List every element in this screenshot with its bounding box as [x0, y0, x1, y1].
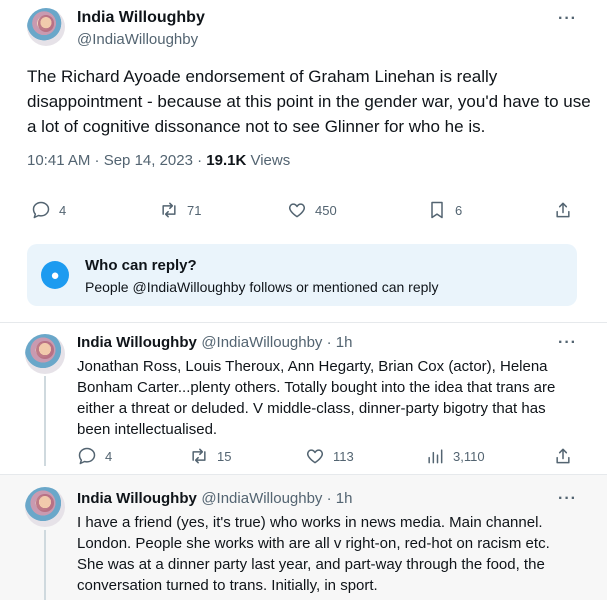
reply-icon	[78, 447, 96, 465]
more-options-icon[interactable]: ···	[558, 10, 577, 28]
repost-button[interactable]: 71	[159, 200, 201, 220]
author-name[interactable]: India Willoughby	[77, 9, 205, 27]
divider	[0, 322, 607, 323]
reply-author-handle[interactable]: @IndiaWilloughby · 1h	[201, 490, 352, 507]
reply-header: India Willoughby @IndiaWilloughby · 1h	[77, 490, 352, 508]
heart-icon	[306, 449, 324, 464]
bookmark-icon	[431, 201, 443, 219]
like-count: 450	[315, 202, 337, 218]
repost-icon	[162, 202, 176, 218]
like-button[interactable]: 113	[305, 446, 354, 466]
user-mention-icon: ●	[41, 261, 69, 289]
reply-button[interactable]: 4	[31, 200, 66, 220]
who-can-reply-box: ● Who can reply? People @IndiaWilloughby…	[27, 244, 577, 306]
reply-header: India Willoughby @IndiaWilloughby · 1h	[77, 334, 352, 352]
thread-line	[44, 530, 46, 600]
reply-text: I have a friend (yes, it's true) who wor…	[77, 514, 550, 594]
share-button[interactable]	[553, 200, 573, 220]
bookmark-button[interactable]: 6	[427, 200, 462, 220]
tweet-meta: 10:41 AM · Sep 14, 2023 · 19.1K Views	[27, 152, 290, 169]
more-options-icon[interactable]: ···	[558, 490, 577, 508]
share-icon	[556, 202, 570, 218]
reply-author-name[interactable]: India Willoughby	[77, 334, 197, 351]
share-icon	[556, 448, 570, 464]
repost-count: 71	[187, 202, 202, 218]
who-can-reply-subtitle: People @IndiaWilloughby follows or menti…	[85, 279, 439, 295]
reply-author-name[interactable]: India Willoughby	[77, 490, 197, 507]
avatar[interactable]	[27, 8, 65, 46]
repost-count: 15	[217, 448, 232, 464]
bookmark-count: 6	[455, 202, 463, 218]
more-options-icon[interactable]: ···	[558, 334, 577, 352]
views-label: Views	[246, 152, 291, 169]
repost-icon	[192, 448, 206, 464]
divider	[0, 474, 607, 475]
views-button[interactable]: 3,110	[425, 446, 485, 466]
tweet-text: The Richard Ayoade endorsement of Graham…	[27, 67, 591, 136]
analytics-icon	[428, 449, 443, 464]
reply-icon	[32, 201, 50, 219]
views-count: 19.1K	[206, 152, 247, 169]
reply-text: Jonathan Ross, Louis Theroux, Ann Hegart…	[77, 358, 556, 438]
reply-button[interactable]: 4	[77, 446, 112, 466]
reply-count: 4	[105, 448, 113, 464]
repost-button[interactable]: 15	[189, 446, 231, 466]
thread-line	[44, 376, 46, 466]
like-count: 113	[333, 448, 354, 464]
who-can-reply-title: Who can reply?	[85, 257, 197, 274]
views-count: 3,110	[453, 448, 485, 464]
heart-icon	[288, 203, 306, 218]
avatar[interactable]	[25, 334, 65, 374]
author-handle[interactable]: @IndiaWilloughby	[77, 31, 198, 48]
tweet-timestamp[interactable]: 10:41 AM · Sep 14, 2023 ·	[27, 152, 206, 169]
like-button[interactable]: 450	[287, 200, 337, 220]
reply-count: 4	[59, 202, 67, 218]
share-button[interactable]	[553, 446, 573, 466]
reply-author-handle[interactable]: @IndiaWilloughby · 1h	[201, 334, 352, 351]
avatar[interactable]	[25, 487, 65, 527]
